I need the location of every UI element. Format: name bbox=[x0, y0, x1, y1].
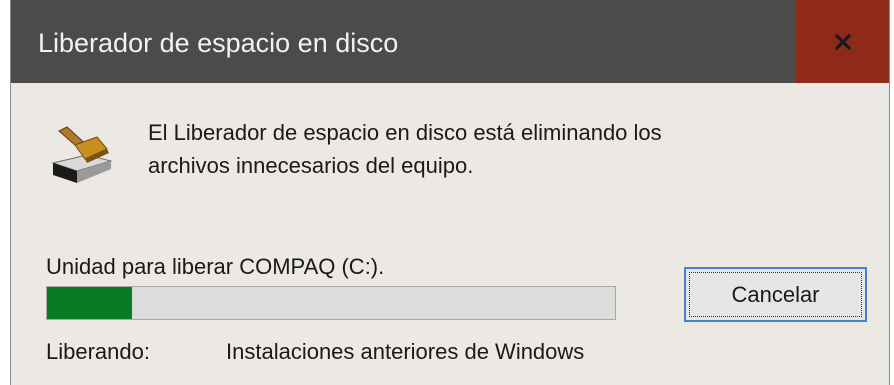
message-line-2: archivos innecesarios del equipo. bbox=[148, 153, 474, 178]
drive-label: Unidad para liberar COMPAQ (C:). bbox=[46, 254, 385, 279]
progress-fill bbox=[47, 287, 133, 319]
window-title: Liberador de espacio en disco bbox=[38, 28, 399, 58]
status-value: Instalaciones anteriores de Windows bbox=[226, 339, 585, 364]
status-label: Liberando: bbox=[46, 339, 150, 364]
title-bar[interactable]: Liberador de espacio en disco bbox=[11, 0, 889, 83]
cancel-button-label: Cancelar bbox=[731, 281, 820, 307]
close-button[interactable] bbox=[796, 0, 889, 83]
status-message: El Liberador de espacio en disco está el… bbox=[148, 116, 662, 182]
progress-bar bbox=[46, 286, 616, 320]
cancel-button[interactable]: Cancelar bbox=[684, 267, 867, 322]
disk-cleanup-icon bbox=[51, 126, 113, 183]
close-icon bbox=[834, 33, 851, 50]
disk-cleanup-dialog: Liberador de espacio en disco El Liberad… bbox=[10, 0, 890, 385]
message-line-1: El Liberador de espacio en disco está el… bbox=[148, 120, 662, 145]
